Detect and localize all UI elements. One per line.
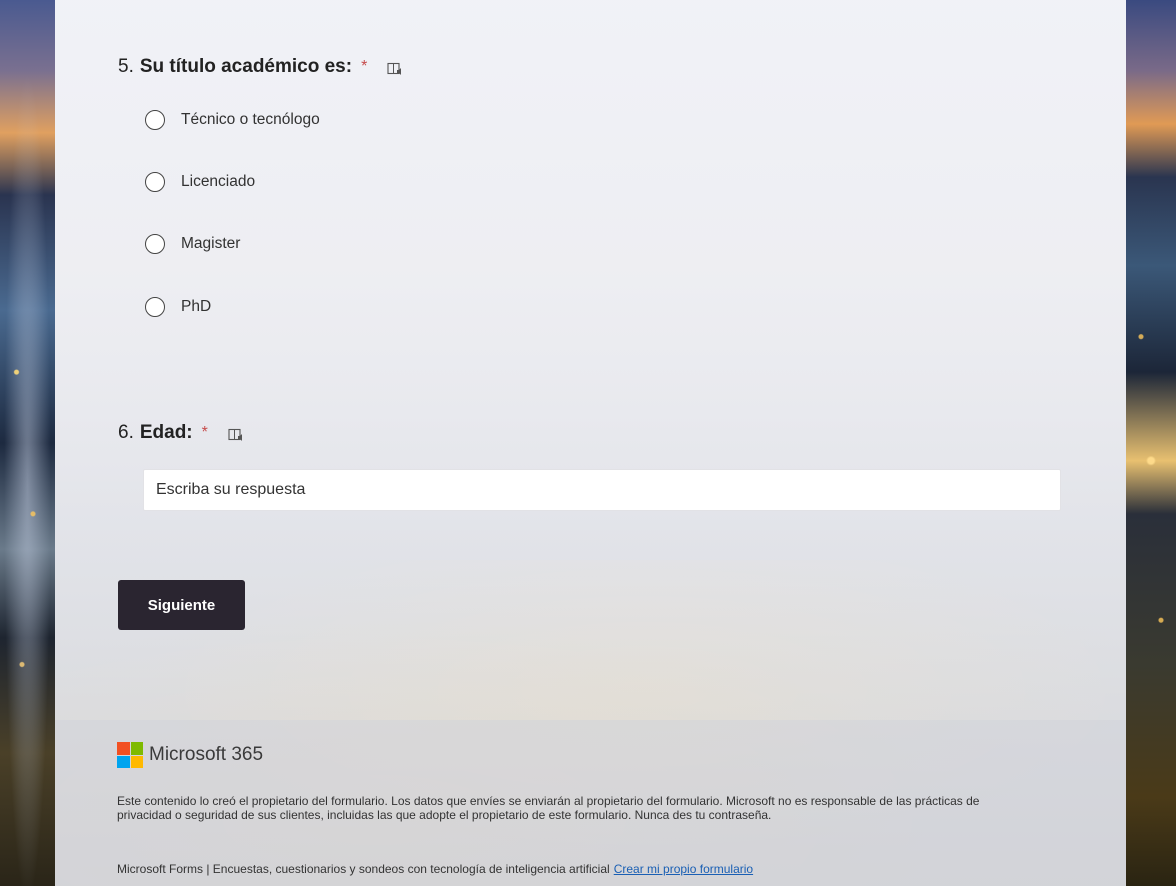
question-6: 6. Edad: * xyxy=(118,422,244,444)
radio-option-phd[interactable]: PhD xyxy=(145,297,211,317)
form-panel: 5. Su título académico es: * Técnico o t… xyxy=(55,0,1126,886)
next-button[interactable]: Siguiente xyxy=(118,580,245,630)
question-5: 5. Su título académico es: * xyxy=(118,56,403,78)
background-image-right xyxy=(1126,0,1176,886)
privacy-disclaimer: Este contenido lo creó el propietario de… xyxy=(117,794,980,822)
microsoft-365-brand: Microsoft 365 xyxy=(117,742,263,768)
question-5-title: 5. Su título académico es: * xyxy=(118,56,403,78)
radio-button[interactable] xyxy=(145,110,165,130)
microsoft-logo-icon xyxy=(117,742,143,768)
age-answer-input[interactable] xyxy=(143,469,1061,511)
immersive-reader-icon[interactable] xyxy=(228,426,244,441)
brand-name: Microsoft 365 xyxy=(149,744,264,765)
radio-option-magister[interactable]: Magister xyxy=(145,234,240,254)
question-number: 6. xyxy=(118,422,134,443)
option-label: Técnico o tecnólogo xyxy=(181,111,320,128)
question-text: Edad: xyxy=(139,422,193,443)
footer-tagline-row: Microsoft Forms | Encuestas, cuestionari… xyxy=(117,862,753,876)
question-text: Su título académico es: xyxy=(139,56,353,77)
option-label: Magister xyxy=(181,235,241,252)
question-number: 5. xyxy=(118,56,134,77)
create-form-link[interactable]: Crear mi propio formulario xyxy=(614,862,753,876)
option-label: PhD xyxy=(181,298,212,315)
required-asterisk: * xyxy=(201,424,208,441)
option-label: Licenciado xyxy=(181,173,256,190)
radio-option-licenciado[interactable]: Licenciado xyxy=(145,172,255,192)
required-asterisk: * xyxy=(361,58,368,75)
radio-button[interactable] xyxy=(145,172,165,192)
footer: Microsoft 365 Este contenido lo creó el … xyxy=(55,720,1126,886)
radio-button[interactable] xyxy=(145,234,165,254)
radio-option-tecnico[interactable]: Técnico o tecnólogo xyxy=(145,110,320,130)
question-6-title: 6. Edad: * xyxy=(118,422,244,444)
background-image-left xyxy=(0,0,55,886)
radio-button[interactable] xyxy=(145,297,165,317)
forms-tagline: Microsoft Forms | Encuestas, cuestionari… xyxy=(117,862,610,876)
immersive-reader-icon[interactable] xyxy=(387,60,403,75)
